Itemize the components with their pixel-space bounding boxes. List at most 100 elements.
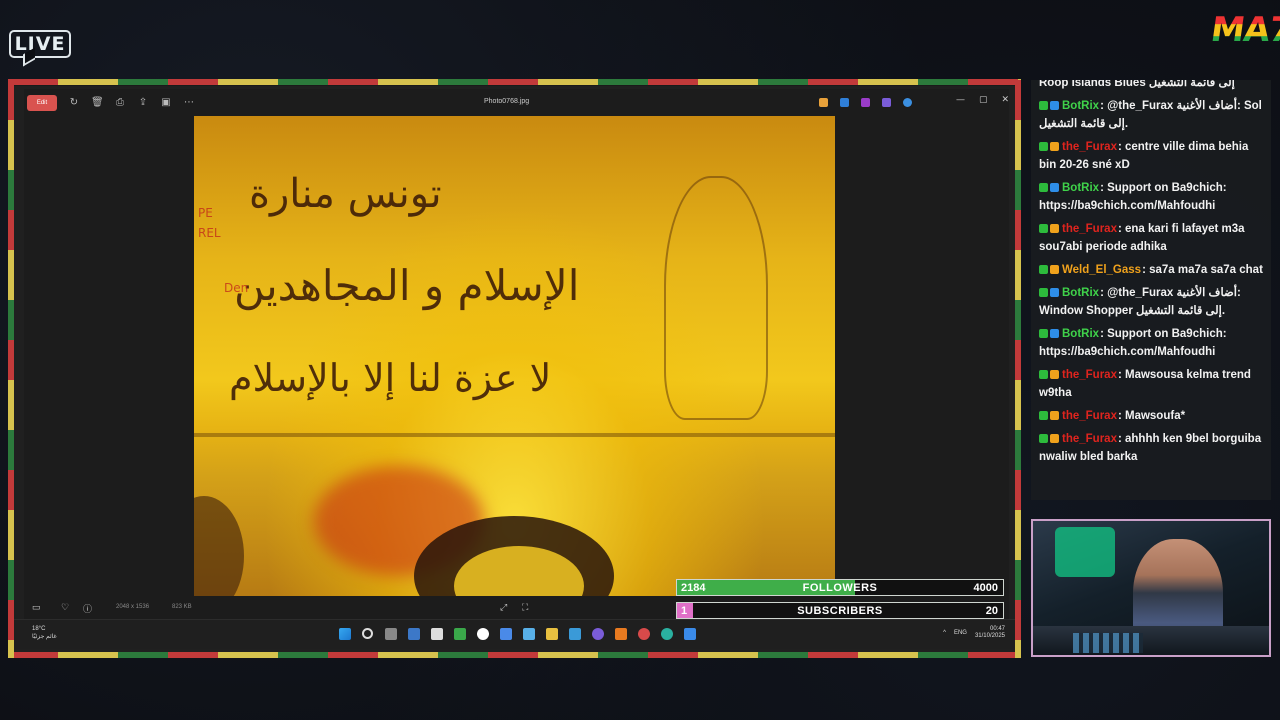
- desktop: Edit ↻ 🗑 ⎙ ⇪ ▣ ⋯ Photo0768.jpg — ▢ ✕ تون…: [14, 86, 1015, 652]
- webcam-feed: [1031, 519, 1271, 657]
- edge-icon[interactable]: [661, 628, 673, 640]
- graffiti-line-2: الإسلام و المجاهدين: [234, 261, 580, 310]
- taskview-icon[interactable]: [385, 628, 397, 640]
- close-button[interactable]: ✕: [1001, 95, 1009, 105]
- maximize-button[interactable]: ▢: [979, 95, 988, 105]
- live-badge: LIVE: [9, 30, 71, 58]
- frame-border-top: [8, 79, 1021, 85]
- followers-target: 4000: [973, 582, 998, 594]
- clock-time: 00:47: [989, 626, 1005, 632]
- chat-message: BotRix: Support on Ba9chich: https://ba9…: [1031, 323, 1271, 364]
- graffiti-red-2: REL: [198, 226, 221, 240]
- minimize-button[interactable]: —: [956, 95, 965, 105]
- chat-message: Weld_El_Gass: sa7a ma7a sa7a chat: [1031, 259, 1271, 282]
- graffiti-red-1: PE: [198, 206, 213, 220]
- delete-icon[interactable]: 🗑: [91, 97, 104, 109]
- chat-message: the_Furax: Mawsousa kelma trend w9tha: [1031, 364, 1271, 405]
- fullscreen-icon[interactable]: ⛶: [522, 602, 528, 613]
- frame-border-right: [1015, 80, 1021, 658]
- sub-badge-icon: [1050, 224, 1059, 233]
- chevron-up-icon[interactable]: ^: [943, 630, 946, 636]
- windows-taskbar: 18°C غائم جزئيًا ^ ENG 00:47 31/10/2025: [14, 619, 1015, 649]
- file-name: Photo0768.jpg: [484, 98, 530, 105]
- fit-icon[interactable]: ▭: [32, 602, 41, 613]
- sub-badge-icon: [1050, 142, 1059, 151]
- chat-message: the_Furax: ena kari fi lafayet m3a sou7a…: [1031, 218, 1271, 259]
- chat-username[interactable]: the_Furax: [1062, 369, 1117, 381]
- weather-temp: 18°C: [32, 626, 46, 632]
- clock[interactable]: 00:47 31/10/2025: [975, 626, 1005, 640]
- share-icon[interactable]: ⇪: [137, 97, 149, 109]
- chat-username[interactable]: BotRix: [1062, 328, 1099, 340]
- channel-logo: MA7: [1208, 10, 1280, 50]
- app-icon[interactable]: [638, 628, 650, 640]
- app-icon[interactable]: [840, 98, 849, 107]
- cloud-icon[interactable]: [903, 98, 912, 107]
- chat-username[interactable]: BotRix: [1062, 100, 1099, 112]
- app-icon[interactable]: [477, 628, 489, 640]
- sub-badge-icon: [1050, 370, 1059, 379]
- chat-username[interactable]: the_Furax: [1062, 141, 1117, 153]
- slideshow-icon[interactable]: ▣: [160, 97, 172, 109]
- window-controls: — ▢ ✕: [956, 95, 1009, 105]
- app-icon[interactable]: [500, 628, 512, 640]
- app-icon[interactable]: [454, 628, 466, 640]
- edit-button[interactable]: Edit: [27, 95, 57, 111]
- start-icon[interactable]: [339, 628, 351, 640]
- chat-message: BotRix: @the_Furax أضاف الأغنية: Window …: [1031, 282, 1271, 323]
- mod-badge-icon: [1039, 434, 1048, 443]
- tray-lang[interactable]: ENG: [954, 630, 967, 636]
- chat-message: BotRix: Support on Ba9chich: https://ba9…: [1031, 177, 1271, 218]
- mod-badge-icon: [1039, 329, 1048, 338]
- app-icon[interactable]: [523, 628, 535, 640]
- chat-username[interactable]: Weld_El_Gass: [1062, 264, 1141, 276]
- search-icon[interactable]: [362, 628, 373, 639]
- app-icon[interactable]: [408, 628, 420, 640]
- chat-username[interactable]: BotRix: [1062, 287, 1099, 299]
- wall-line: [194, 433, 835, 437]
- frame-border-bottom: [8, 652, 1021, 658]
- app-icon[interactable]: [615, 628, 627, 640]
- chat-username[interactable]: the_Furax: [1062, 410, 1117, 422]
- app-icon[interactable]: [882, 98, 891, 107]
- sub-badge-icon: [1050, 288, 1059, 297]
- system-tray: ^ ENG 00:47 31/10/2025: [943, 626, 1005, 640]
- folder-icon[interactable]: [546, 628, 558, 640]
- desk: [1033, 626, 1269, 655]
- app-icon[interactable]: [819, 98, 828, 107]
- info-icon[interactable]: ⓘ: [83, 602, 92, 615]
- app-icon[interactable]: [569, 628, 581, 640]
- mod-badge-icon: [1039, 265, 1048, 274]
- chat-username[interactable]: the_Furax: [1062, 223, 1117, 235]
- photos-app-window: Edit ↻ 🗑 ⎙ ⇪ ▣ ⋯ Photo0768.jpg — ▢ ✕ تون…: [24, 89, 1009, 619]
- followers-goal: 2184 FOLLOWERS 4000: [676, 579, 1004, 596]
- app-icon[interactable]: [861, 98, 870, 107]
- mod-badge-icon: [1039, 370, 1048, 379]
- graffiti-line-1: تونس منارة: [249, 171, 442, 217]
- print-icon[interactable]: ⎙: [114, 97, 126, 109]
- app-icon[interactable]: [592, 628, 604, 640]
- chat-username[interactable]: BotRix: [1062, 182, 1099, 194]
- photo-canvas[interactable]: تونس منارة الإسلام و المجاهدين لا عزة لن…: [194, 116, 835, 596]
- photos-app-icon[interactable]: [684, 628, 696, 640]
- rotate-icon[interactable]: ↻: [68, 97, 80, 109]
- chat-message: BotRix: @the_Furax أضاف الأغنية: Sol إلى…: [1031, 95, 1271, 136]
- mod-badge-icon: [1039, 224, 1048, 233]
- subscribers-goal: 1 SUBSCRIBERS 20: [676, 602, 1004, 619]
- more-icon[interactable]: ⋯: [183, 97, 195, 109]
- chat-panel: Roop Islands Blues إلى قائمة التشغيل Bot…: [1031, 80, 1271, 500]
- graffiti-line-3: لا عزة لنا إلا بالإسلام: [229, 356, 552, 400]
- chat-username[interactable]: the_Furax: [1062, 433, 1117, 445]
- sub-badge-icon: [1050, 411, 1059, 420]
- subscribers-label: SUBSCRIBERS: [797, 605, 883, 617]
- zoom-fit-icon[interactable]: ⤢: [500, 602, 507, 613]
- app-icon[interactable]: [431, 628, 443, 640]
- weather-widget[interactable]: 18°C غائم جزئيًا: [32, 625, 57, 641]
- favorite-icon[interactable]: ♡: [61, 602, 69, 613]
- chat-message: the_Furax: ahhhh ken 9bel borguiba nwali…: [1031, 428, 1271, 469]
- followers-label: FOLLOWERS: [802, 582, 878, 594]
- image-dimensions: 2048 x 1536: [116, 604, 150, 610]
- chat-message: the_Furax: centre ville dima behia bin 2…: [1031, 136, 1271, 177]
- mod-badge-icon: [1039, 142, 1048, 151]
- chat-message: the_Furax: Mawsoufa*: [1031, 405, 1271, 428]
